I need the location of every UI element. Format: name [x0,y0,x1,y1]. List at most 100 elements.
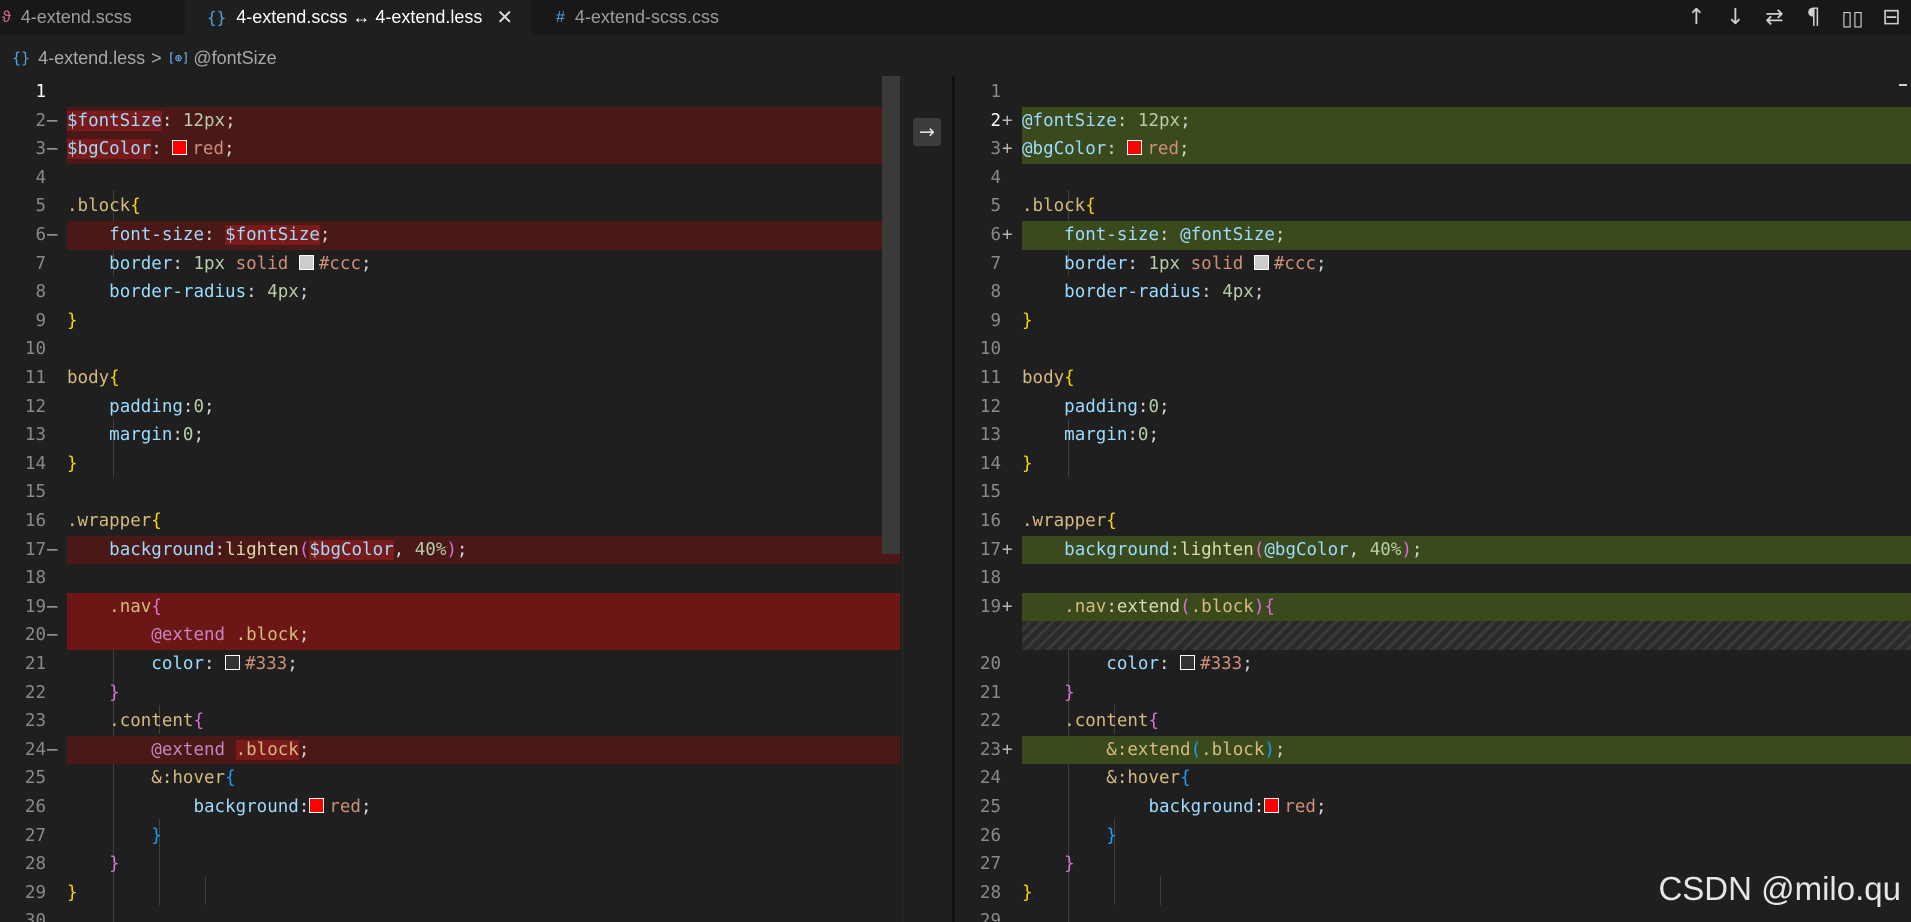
swap-icon[interactable]: ⇄ [1755,5,1794,30]
split-icon[interactable]: ⊟ [1872,5,1911,30]
code-line[interactable]: 5 .block{ [955,192,1911,221]
code-line[interactable]: 7 border: 1px solid #ccc; [0,250,900,279]
insert-marker-icon: + [1002,139,1013,160]
code-line[interactable]: 11 body{ [0,364,900,393]
code-token: border-radius [109,282,247,303]
code-line[interactable]: 8 border-radius: 4px; [955,278,1911,307]
code-line[interactable]: 26 background: red; [0,793,900,822]
code-line[interactable]: 15 [0,478,900,507]
code-line[interactable]: 29} [0,879,900,908]
code-line[interactable]: 12 padding:0; [955,393,1911,422]
code-token: : [1137,396,1149,417]
revert-arrow-icon[interactable]: → [913,118,941,146]
breadcrumb-symbol[interactable]: @fontSize [193,48,276,69]
code-token: $fontSize [225,225,320,245]
arrow-down-icon[interactable]: ↓ [1716,5,1755,30]
line-number: 3 [990,139,1001,160]
color-swatch[interactable] [172,140,188,156]
code-line[interactable]: 30 [0,907,900,922]
code-line[interactable]: 27 } [0,822,900,851]
original-editor[interactable]: 1 2— $fontSize: 12px; 3— $bgColor: red; 4 5 .bl… [0,76,900,922]
code-line[interactable]: 1 [955,78,1911,107]
code-line[interactable]: 10 [0,335,900,364]
code-line[interactable]: 22 .content{ [955,707,1911,736]
code-line[interactable]: 7 border: 1px solid #ccc; [955,250,1911,279]
code-line[interactable]: 21 } [955,679,1911,708]
code-line[interactable]: 24 &:hover{ [955,764,1911,793]
code-text: @extend .block; [67,735,900,765]
color-swatch[interactable] [309,798,325,813]
code-token: } [1064,854,1075,875]
code-line[interactable]: 25 background: red; [955,793,1911,822]
book-icon[interactable]: ▯▯ [1833,6,1872,30]
code-line[interactable]: 14} [0,450,900,479]
code-line[interactable] [955,621,1911,650]
code-line[interactable]: 3— $bgColor: red; [0,135,900,164]
code-line[interactable]: 2 + @fontSize: 12px; [955,106,1911,136]
code-line[interactable]: 18 [0,564,900,593]
code-token: : [1253,797,1265,817]
code-line[interactable]: 19— .nav{ [0,592,900,622]
code-line[interactable]: 4 [955,164,1911,193]
code-line[interactable]: 20 color: #333; [955,650,1911,679]
arrow-up-icon[interactable]: ↑ [1677,5,1716,30]
code-line[interactable]: 16 .wrapper{ [955,507,1911,536]
tab-4-extend-scss[interactable]: ϑ 4-extend.scss [0,0,185,35]
code-line[interactable]: 6— font-size: $fontSize; [0,221,900,250]
code-line[interactable]: 4 [0,164,900,193]
breadcrumb-file[interactable]: 4-extend.less [38,48,145,69]
code-line[interactable]: 15 [955,478,1911,507]
pilcrow-icon[interactable]: ¶ [1794,5,1833,30]
code-token: border [1064,253,1128,274]
code-token: $bgColor [309,539,394,560]
code-text: $bgColor: red; [67,135,900,164]
tab-diff[interactable]: {} 4-extend.scss ↔ 4-extend.less ✕ [185,0,531,35]
code-line[interactable]: 13 margin:0; [0,421,900,450]
code-line[interactable]: 18 [955,564,1911,593]
close-icon[interactable]: ✕ [496,5,513,30]
code-line[interactable]: 6 + font-size: @fontSize; [955,221,1911,250]
modified-editor[interactable]: 1 2 + @fontSize: 12px; 3 + @bgColor: red; 4 5 .bl… [955,76,1911,922]
tab-4-extend-scss-css[interactable]: # 4-extend-scss.css [531,0,736,35]
code-line[interactable]: 11 body{ [955,364,1911,393]
code-line[interactable]: 22 } [0,679,900,708]
color-swatch[interactable] [1253,254,1269,270]
code-line[interactable]: 13 margin:0; [955,421,1911,450]
color-swatch[interactable] [1180,655,1196,670]
code-token: $bgColor [67,139,152,160]
code-line[interactable]: 16 .wrapper{ [0,507,900,536]
code-line[interactable]: 2— $fontSize: 12px; [0,106,900,136]
color-swatch[interactable] [298,254,314,270]
code-line[interactable]: 24— @extend .block; [0,735,900,765]
code-line[interactable]: 19 + .nav:extend(.block){ [955,592,1911,622]
code-line[interactable]: 10 [955,335,1911,364]
code-line[interactable]: 25 &:hover{ [0,764,900,793]
code-line[interactable]: 21 color: #333; [0,650,900,679]
code-line[interactable]: 20— @extend .block; [0,621,900,650]
color-swatch[interactable] [225,655,241,670]
code-line[interactable]: 17 + background:lighten(@bgColor, 40%); [955,535,1911,565]
original-scrollbar[interactable] [882,76,900,554]
code-token: padding [109,396,183,417]
code-line[interactable]: 26 } [955,822,1911,851]
code-line[interactable]: 1 [0,78,900,107]
code-line[interactable]: 23 .content{ [0,707,900,736]
code-line[interactable]: 12 padding:0; [0,393,900,422]
code-line[interactable]: 9} [0,307,900,336]
line-number: 7 [990,253,1001,274]
code-line[interactable]: 23 + &:extend(.block); [955,735,1911,765]
code-line[interactable]: 14} [955,450,1911,479]
code-line[interactable]: 17— background:lighten($bgColor, 40%); [0,535,900,565]
color-swatch[interactable] [1127,140,1143,156]
code-token: lighten [1180,539,1254,560]
color-swatch[interactable] [1264,798,1280,813]
line-number: 4 [990,167,1001,188]
code-line[interactable]: 5 .block{ [0,192,900,221]
code-line[interactable]: 3 + @bgColor: red; [955,135,1911,164]
code-line[interactable]: 28 } [0,850,900,879]
code-line[interactable]: 29 [955,907,1911,922]
code-line[interactable]: 9} [955,307,1911,336]
code-token: solid [235,253,289,274]
code-line[interactable]: 8 border-radius: 4px; [0,278,900,307]
